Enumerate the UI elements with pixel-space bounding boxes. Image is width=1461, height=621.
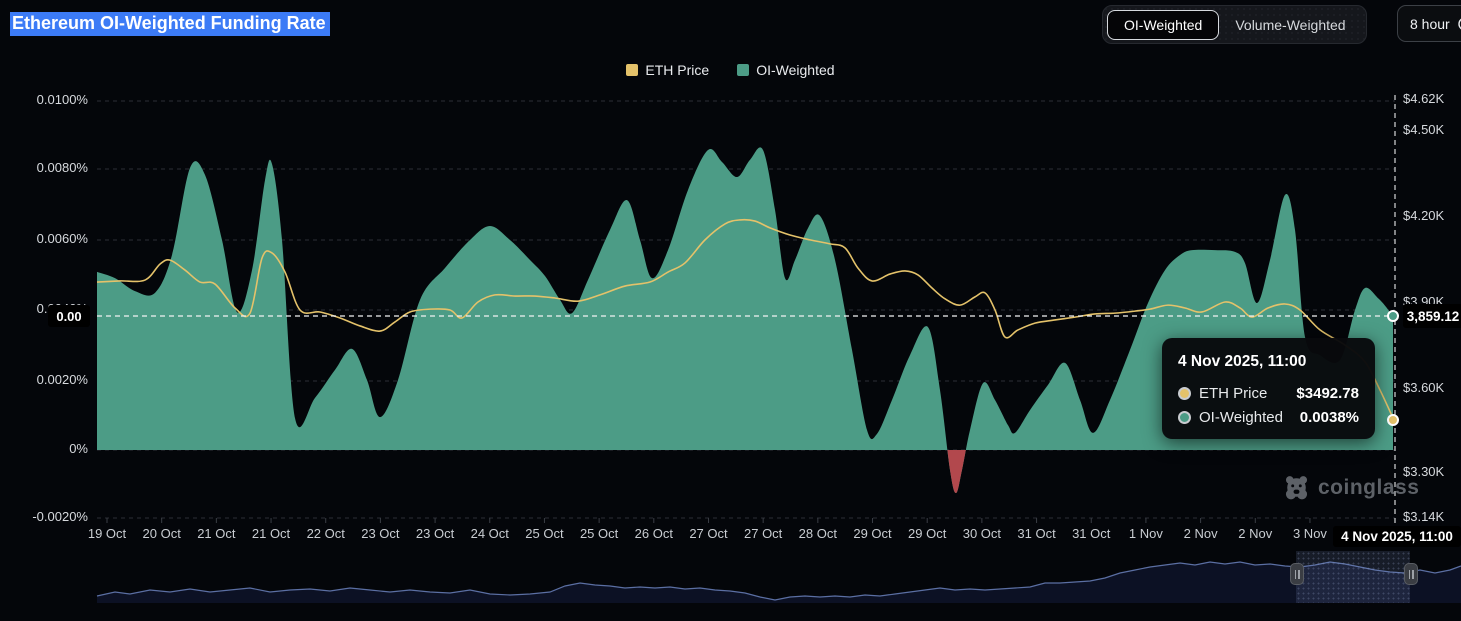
interval-label: 8 hour	[1410, 16, 1450, 32]
y-axis-right-label: $4.50K	[1403, 122, 1461, 137]
toggle-oi-weighted[interactable]: OI-Weighted	[1107, 10, 1219, 40]
page-title: Ethereum OI-Weighted Funding Rate	[10, 10, 330, 36]
y-axis-right-label: $3.14K	[1403, 509, 1461, 524]
y-axis-left-label: 0.0100%	[14, 92, 88, 107]
page-title-text: Ethereum OI-Weighted Funding Rate	[10, 12, 330, 36]
y-axis-left-label: 0.0060%	[14, 231, 88, 246]
y-axis-right-label: $3.60K	[1403, 380, 1461, 395]
crosshair-right-value: 3,859.12	[1403, 304, 1461, 328]
eth-price-swatch-icon	[626, 64, 638, 76]
chart-tooltip: 4 Nov 2025, 11:00 ETH Price $3492.78 OI-…	[1162, 338, 1375, 439]
clock-icon	[1457, 16, 1461, 32]
chart-legend: ETH Price OI-Weighted	[0, 62, 1461, 78]
y-axis-left-label: 0.0080%	[14, 160, 88, 175]
tooltip-label: OI-Weighted	[1199, 409, 1283, 426]
watermark-text: coinglass	[1318, 476, 1419, 500]
y-axis-left-label: 0.0020%	[14, 372, 88, 387]
navigator-right-handle[interactable]	[1404, 563, 1418, 585]
tooltip-title: 4 Nov 2025, 11:00	[1178, 353, 1359, 371]
eth-price-dot-icon	[1178, 387, 1191, 400]
tooltip-value: 0.0038%	[1300, 409, 1359, 426]
funding-rate-page: 0.0100%0.0080%0.0060%0.0040%0.0020%0%-0.…	[0, 0, 1461, 621]
navigator-selection-window[interactable]	[1296, 551, 1410, 603]
tooltip-value: $3492.78	[1296, 385, 1359, 402]
legend-eth-price[interactable]: ETH Price	[626, 62, 709, 78]
crosshair-left-value: 0.00	[48, 305, 90, 327]
crosshair-x-label: 4 Nov 2025, 11:00	[1333, 526, 1461, 547]
oi-weighted-dot-icon	[1178, 411, 1191, 424]
coinglass-watermark: coinglass	[1283, 474, 1419, 501]
y-axis-left-label: -0.0020%	[14, 509, 88, 524]
interval-select-button[interactable]: 8 hour	[1397, 5, 1461, 42]
axis-labels-layer: 0.0100%0.0080%0.0060%0.0040%0.0020%0%-0.…	[0, 0, 1461, 621]
tooltip-label: ETH Price	[1199, 385, 1267, 402]
tooltip-row-oi-weighted: OI-Weighted 0.0038%	[1178, 409, 1359, 426]
toggle-volume-weighted[interactable]: Volume-Weighted	[1219, 11, 1361, 39]
y-axis-right-label: $4.62K	[1403, 91, 1461, 106]
legend-label: ETH Price	[645, 62, 709, 78]
oi-weighted-swatch-icon	[737, 64, 749, 76]
legend-label: OI-Weighted	[756, 62, 834, 78]
navigator-left-handle[interactable]	[1290, 563, 1304, 585]
y-axis-right-label: $4.20K	[1403, 208, 1461, 223]
mode-toggle: OI-Weighted Volume-Weighted	[1102, 5, 1367, 44]
legend-oi-weighted[interactable]: OI-Weighted	[737, 62, 834, 78]
tooltip-row-eth-price: ETH Price $3492.78	[1178, 385, 1359, 402]
coinglass-bear-icon	[1283, 474, 1310, 501]
y-axis-left-label: 0%	[14, 441, 88, 456]
